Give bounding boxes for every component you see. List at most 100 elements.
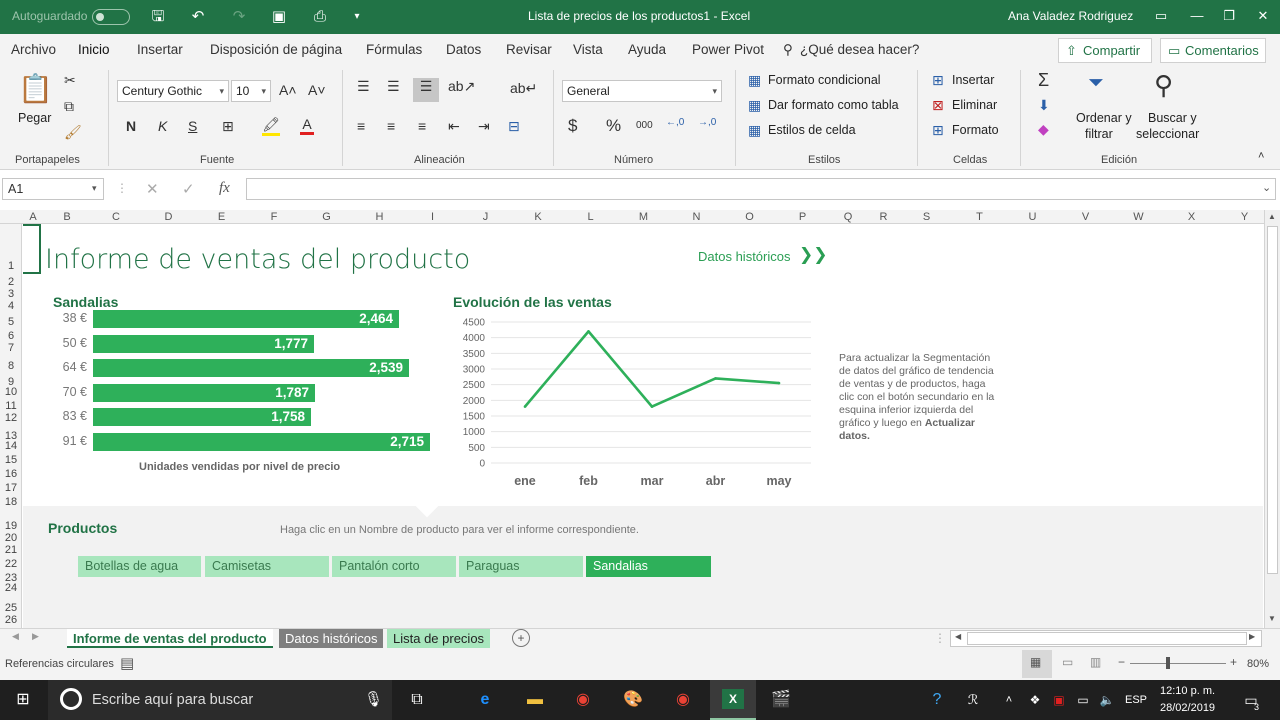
sheet-tab-precios[interactable]: Lista de precios <box>387 629 491 648</box>
column-header-h[interactable]: H <box>353 211 406 223</box>
slicer-botellas[interactable]: Botellas de agua <box>78 556 201 577</box>
share-button[interactable]: ⇧ Compartir <box>1058 38 1152 63</box>
zoom-out-icon[interactable]: − <box>1118 655 1125 669</box>
tab-inicio[interactable]: Inicio <box>78 42 110 67</box>
line-chart[interactable]: 4500 4000 3500 3000 2500 2000 1500 1000 500 0 ene f… <box>443 314 823 494</box>
increase-indent-icon[interactable]: ⇥ <box>478 118 490 135</box>
active-cell-a1[interactable] <box>23 224 41 274</box>
underline-icon[interactable]: S <box>188 118 197 134</box>
conditional-format-button[interactable]: Formato condicional <box>768 73 881 87</box>
column-header-t[interactable]: T <box>953 211 1006 223</box>
borders-icon[interactable]: ⊞ <box>222 118 234 135</box>
save-icon[interactable]: 🖫 <box>147 6 169 28</box>
row-header-16[interactable]: 16 <box>0 468 21 480</box>
paste-icon[interactable]: 📋 <box>18 72 53 108</box>
tab-power-pivot[interactable]: Power Pivot <box>692 42 764 57</box>
macro-record-icon[interactable]: ▤ <box>120 654 134 672</box>
autosum-icon[interactable]: Σ <box>1038 70 1049 91</box>
column-header-r[interactable]: R <box>867 211 900 223</box>
help-icon[interactable]: ? <box>922 688 952 712</box>
column-header-q[interactable]: Q <box>829 211 867 223</box>
column-header-p[interactable]: P <box>776 211 829 223</box>
column-header-j[interactable]: J <box>459 211 512 223</box>
paint-icon[interactable]: 🎨 <box>618 688 648 712</box>
slicer-camisetas[interactable]: Camisetas <box>205 556 329 577</box>
align-bottom-icon[interactable]: ☰ <box>413 78 439 102</box>
vertical-scrollbar[interactable]: ▲ ▼ <box>1264 210 1280 628</box>
volume-icon[interactable]: 🔈 <box>1092 688 1122 712</box>
sort-filter-label-1[interactable]: Ordenar y <box>1076 111 1132 125</box>
align-center-icon[interactable]: ≡ <box>387 118 395 134</box>
bar[interactable]: 1,787 <box>93 383 315 402</box>
merge-center-icon[interactable]: ⊟ <box>508 118 520 135</box>
prev-sheet-icon[interactable]: ◀ <box>12 631 19 642</box>
redo-icon[interactable]: ↷ <box>228 6 250 28</box>
chrome-icon[interactable]: ◉ <box>568 688 598 712</box>
row-header-12[interactable]: 12 <box>0 412 21 424</box>
decrease-font-icon[interactable]: A˅ <box>308 82 326 98</box>
line-point[interactable] <box>777 381 781 385</box>
page-layout-icon[interactable]: ▭ <box>1062 655 1073 669</box>
format-as-table-button[interactable]: Dar formato como tabla <box>768 98 899 112</box>
percent-icon[interactable]: % <box>606 116 621 136</box>
autosave-toggle[interactable] <box>92 9 130 25</box>
cell-styles-button[interactable]: Estilos de celda <box>768 123 856 137</box>
format-cells-button[interactable]: Formato <box>952 123 999 137</box>
formula-input[interactable] <box>246 178 1276 200</box>
column-header-u[interactable]: U <box>1006 211 1059 223</box>
row-header-26[interactable]: 26 <box>0 614 21 626</box>
comments-button[interactable]: ▭ Comentarios <box>1160 38 1266 63</box>
column-header-v[interactable]: V <box>1059 211 1112 223</box>
row-header-5[interactable]: 5 <box>0 316 21 328</box>
add-sheet-icon[interactable]: + <box>512 629 530 647</box>
people-icon[interactable]: ℛ <box>958 688 988 712</box>
orientation-icon[interactable]: ab↗ <box>448 78 475 95</box>
row-header-6[interactable]: 6 <box>0 330 21 342</box>
column-header-i[interactable]: I <box>406 211 459 223</box>
collapse-ribbon-icon[interactable]: ˄ <box>1258 150 1264 162</box>
tab-datos[interactable]: Datos <box>446 42 481 57</box>
excel-taskbar-button[interactable]: X <box>710 680 756 720</box>
align-top-icon[interactable]: ☰ <box>357 78 370 95</box>
insert-cells-button[interactable]: Insertar <box>952 73 994 87</box>
bar[interactable]: 1,758 <box>93 408 311 427</box>
bar[interactable]: 2,715 <box>93 433 430 451</box>
italic-icon[interactable]: K <box>158 118 167 134</box>
expand-formula-icon[interactable]: ⌄ <box>1262 181 1271 194</box>
copy-icon[interactable]: ⧉ <box>64 98 74 115</box>
normal-view-button[interactable]: ▦ <box>1022 650 1052 678</box>
decrease-indent-icon[interactable]: ⇤ <box>448 118 460 135</box>
next-sheet-icon[interactable]: ▶ <box>32 631 39 642</box>
tab-archivo[interactable]: Archivo <box>11 42 56 57</box>
image-icon[interactable]: ▣ <box>268 6 290 28</box>
fill-color-icon[interactable]: 🖍 <box>262 116 280 136</box>
cancel-entry-icon[interactable]: ✕ <box>146 180 159 198</box>
row-header-22[interactable]: 22 <box>0 558 21 570</box>
sort-filter-label-2[interactable]: filtrar <box>1085 127 1113 141</box>
confirm-entry-icon[interactable]: ✓ <box>182 180 195 198</box>
sheet-tab-historicos[interactable]: Datos históricos <box>279 629 384 648</box>
bar[interactable]: 1,777 <box>93 334 314 353</box>
name-box[interactable]: A1 <box>2 178 104 200</box>
language-indicator[interactable]: ESP <box>1125 694 1147 706</box>
bold-icon[interactable]: N <box>126 118 136 134</box>
currency-icon[interactable]: $ <box>568 116 577 136</box>
increase-decimal-icon[interactable]: ←,0 <box>666 117 684 128</box>
worksheet[interactable]: Informe de ventas del producto Datos his… <box>23 224 1263 628</box>
fill-icon[interactable]: ⬇ <box>1038 97 1050 114</box>
scroll-thumb[interactable] <box>1267 226 1278 574</box>
notification-icon[interactable]: ▭ <box>1236 688 1266 712</box>
find-select-label-1[interactable]: Buscar y <box>1148 111 1197 125</box>
chevron-right-icon[interactable]: ❯❯ <box>799 245 828 265</box>
task-view-icon[interactable]: ⧉ <box>402 688 432 712</box>
tab-formulas[interactable]: Fórmulas <box>366 42 422 57</box>
line-point[interactable] <box>587 330 590 333</box>
slicer-sandalias[interactable]: Sandalias <box>586 556 711 577</box>
chrome-profile-icon[interactable]: ◉ <box>668 688 698 712</box>
decrease-decimal-icon[interactable]: →,0 <box>698 117 716 128</box>
maximize-icon[interactable]: ❐ <box>1214 5 1244 27</box>
bar[interactable]: 2,464 <box>93 310 399 328</box>
insert-function-icon[interactable]: fx <box>219 180 230 197</box>
row-header-4[interactable]: 4 <box>0 300 21 312</box>
column-header-x[interactable]: X <box>1165 211 1218 223</box>
